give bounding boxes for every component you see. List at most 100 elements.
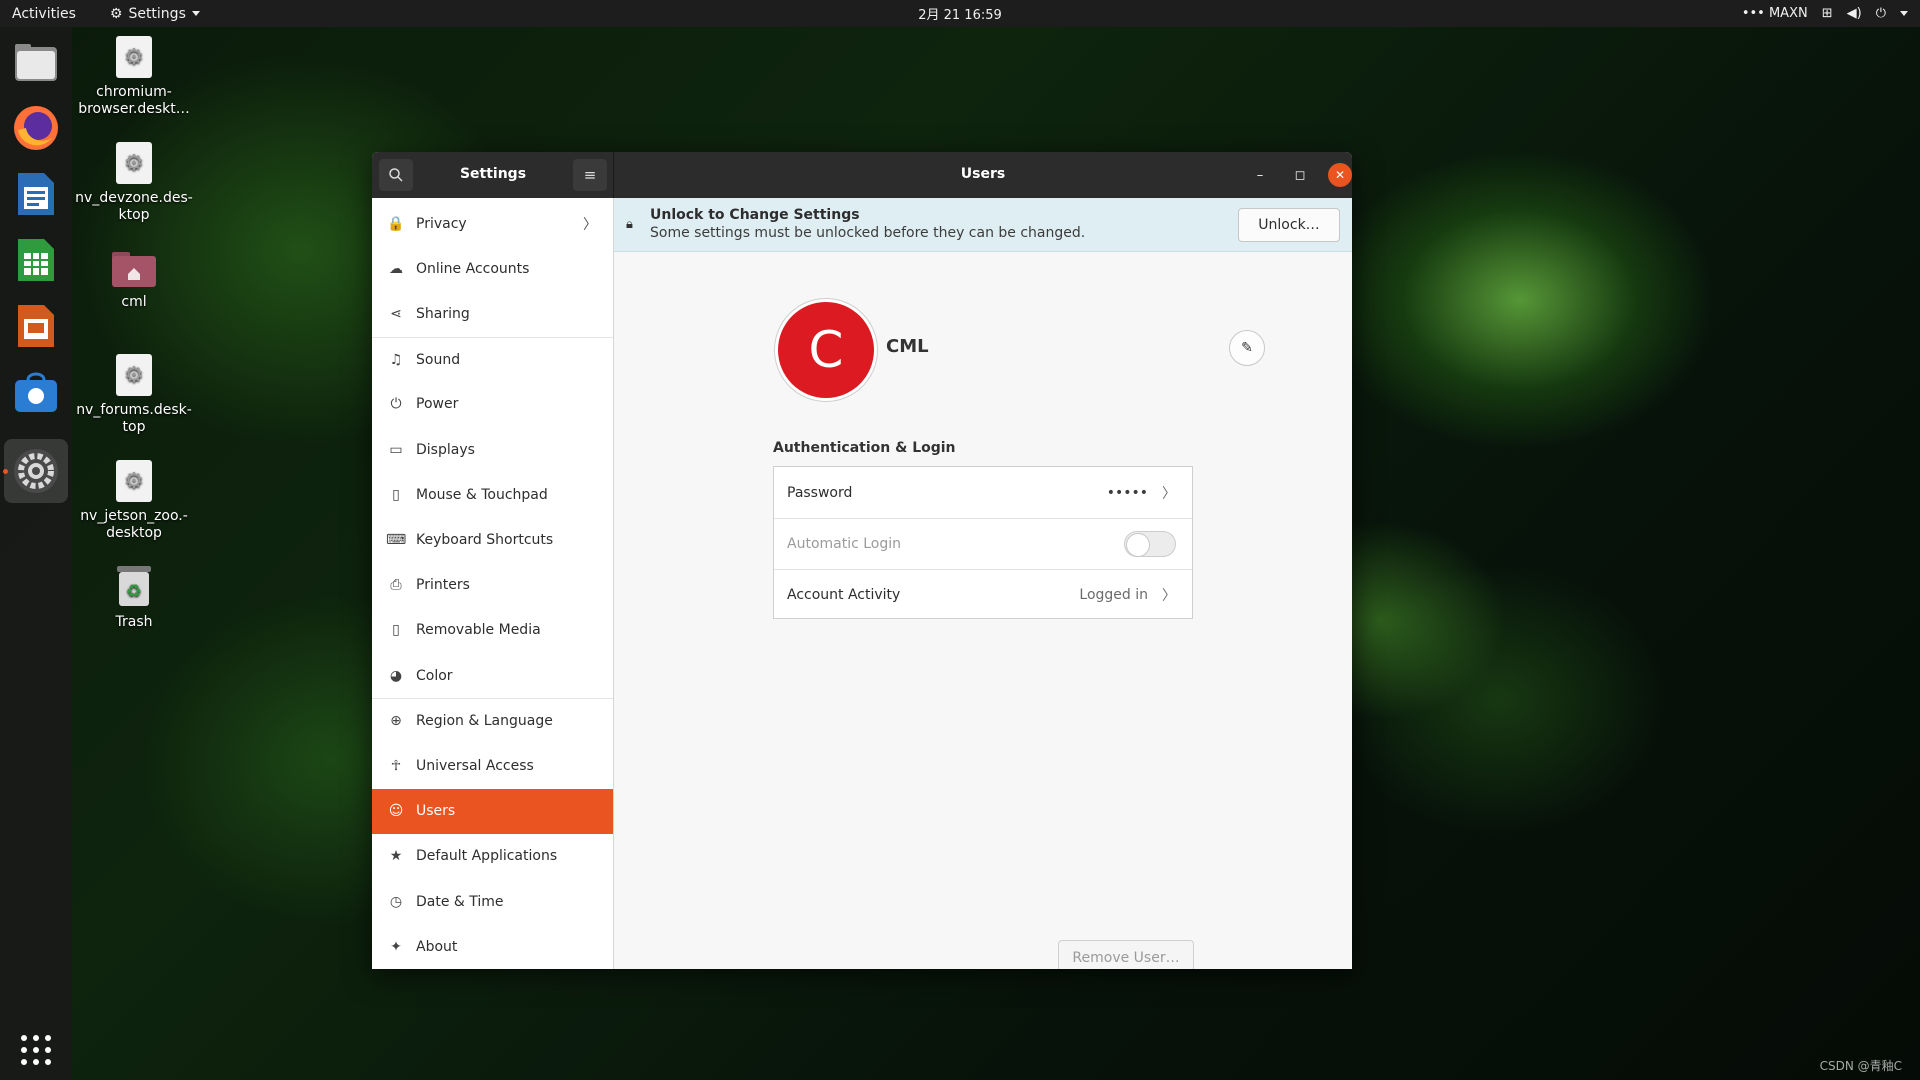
gear-icon: ⚙ bbox=[116, 142, 152, 184]
sidebar-item-online-accounts[interactable]: ☁ Online Accounts bbox=[372, 246, 613, 291]
sidebar-item-sharing[interactable]: ⋖ Sharing bbox=[372, 291, 613, 336]
desktop-icon-label: nv_devzone.des- ktop bbox=[75, 190, 193, 223]
impress-icon bbox=[18, 305, 54, 347]
user-icon: ☺ bbox=[388, 803, 404, 820]
settings-window: Settings ≡ Users – ◻ ✕ 🔒 Privacy 〉 ☁ Online … bbox=[372, 152, 1352, 969]
dock-firefox[interactable] bbox=[11, 103, 61, 153]
desktop-icon-nv-forums[interactable]: ⚙ nv_forums.desk- top bbox=[69, 354, 199, 436]
automatic-login-toggle[interactable] bbox=[1124, 531, 1176, 557]
sidebar-item-sound[interactable]: ♫ Sound bbox=[372, 336, 613, 382]
desktop-icon-cml[interactable]: cml bbox=[69, 248, 199, 311]
app-menu[interactable]: ⚙ Settings bbox=[110, 6, 200, 22]
dots-icon: ••• bbox=[1741, 6, 1765, 21]
sidebar-item-region-language[interactable]: ⊕ Region & Language bbox=[372, 698, 613, 743]
sidebar-item-displays[interactable]: ▭ Displays bbox=[372, 427, 613, 472]
dock-files[interactable] bbox=[11, 37, 61, 87]
user-name[interactable]: CML bbox=[886, 336, 929, 357]
gear-icon: ⚙ bbox=[116, 460, 152, 502]
maximize-button[interactable]: ◻ bbox=[1288, 163, 1312, 187]
desktop-icon-nv-devzone[interactable]: ⚙ nv_devzone.des- ktop bbox=[69, 142, 199, 224]
remove-user-button[interactable]: Remove User… bbox=[1058, 940, 1194, 969]
chevron-right-icon: 〉 bbox=[1162, 485, 1176, 502]
volume-icon[interactable]: ◀) bbox=[1847, 6, 1862, 21]
close-button[interactable]: ✕ bbox=[1328, 163, 1352, 187]
sidebar-item-about[interactable]: ✦ About bbox=[372, 924, 613, 969]
dock-impress[interactable] bbox=[11, 301, 61, 351]
minimize-button[interactable]: – bbox=[1248, 163, 1272, 187]
software-icon bbox=[15, 372, 57, 412]
sidebar-item-default-applications[interactable]: ★ Default Applications bbox=[372, 834, 613, 879]
activities-button[interactable]: Activities bbox=[12, 6, 76, 22]
sidebar-item-label: Displays bbox=[416, 441, 475, 458]
close-icon: ✕ bbox=[1334, 168, 1346, 182]
dock-software[interactable] bbox=[11, 367, 61, 417]
infobar-title: Unlock to Change Settings bbox=[650, 207, 860, 223]
sidebar-item-users[interactable]: ☺ Users bbox=[372, 788, 613, 834]
sidebar-item-universal-access[interactable]: ☥ Universal Access bbox=[372, 743, 613, 788]
firefox-icon bbox=[14, 106, 58, 150]
sidebar-item-label: Color bbox=[416, 667, 453, 684]
dock-calc[interactable] bbox=[11, 235, 61, 285]
svg-text:♻: ♻ bbox=[126, 581, 142, 602]
sidebar-item-label: About bbox=[416, 938, 458, 955]
desktop-icon-trash[interactable]: ♻ Trash bbox=[69, 564, 199, 631]
power-icon[interactable]: ⏻ bbox=[1876, 6, 1886, 21]
watermark: CSDN @青釉C bbox=[1819, 1059, 1902, 1073]
sidebar-item-label: Sharing bbox=[416, 305, 470, 322]
sidebar-item-printers[interactable]: ⎙ Printers bbox=[372, 563, 613, 608]
media-icon: ▯ bbox=[392, 622, 400, 639]
desktop-icon-nv-jetson-zoo[interactable]: ⚙ nv_jetson_zoo.- desktop bbox=[69, 460, 199, 542]
automatic-login-row: Automatic Login bbox=[774, 518, 1192, 569]
chevron-down-icon[interactable] bbox=[1900, 11, 1908, 16]
sidebar-item-label: Privacy bbox=[416, 215, 467, 232]
dock bbox=[0, 27, 72, 1080]
password-row[interactable]: Password ••••• 〉 bbox=[774, 467, 1192, 518]
unlock-button[interactable]: Unlock… bbox=[1238, 208, 1340, 242]
sidebar-item-label: Mouse & Touchpad bbox=[416, 486, 548, 503]
sidebar-item-date-time[interactable]: ◷ Date & Time bbox=[372, 879, 613, 924]
hamburger-icon: ≡ bbox=[583, 166, 597, 184]
minimize-icon: – bbox=[1256, 167, 1264, 183]
sidebar-item-label: Date & Time bbox=[416, 893, 504, 910]
password-dots: ••••• bbox=[1106, 484, 1148, 501]
chevron-down-icon bbox=[191, 11, 200, 16]
globe-icon: ⊕ bbox=[390, 713, 402, 730]
sidebar-item-removable-media[interactable]: ▯ Removable Media bbox=[372, 608, 613, 653]
sidebar-item-color[interactable]: ◕ Color bbox=[372, 653, 613, 698]
menu-button[interactable]: ≡ bbox=[573, 159, 607, 191]
user-avatar[interactable]: C bbox=[774, 298, 878, 402]
desktop-icon-chromium[interactable]: ⚙ chromium- browser.deskt… bbox=[69, 36, 199, 118]
edit-name-button[interactable]: ✎ bbox=[1229, 330, 1265, 366]
power-mode-indicator[interactable]: ••• MAXN bbox=[1742, 6, 1808, 21]
color-icon: ◕ bbox=[389, 667, 403, 684]
desktop-icon-label: cml bbox=[121, 294, 147, 310]
network-icon[interactable]: ⊞ bbox=[1822, 6, 1833, 21]
show-apps-button[interactable] bbox=[11, 1025, 61, 1075]
account-activity-row[interactable]: Account Activity Logged in 〉 bbox=[774, 569, 1192, 620]
clock[interactable]: 2月 21 16:59 bbox=[918, 8, 1002, 23]
app-menu-label: Settings bbox=[128, 5, 186, 22]
header-bar: Settings ≡ Users – ◻ ✕ bbox=[372, 152, 1352, 198]
desktop-icon-label: chromium- browser.deskt… bbox=[78, 84, 190, 117]
infobar-subtitle: Some settings must be unlocked before th… bbox=[650, 225, 1086, 241]
row-label: Automatic Login bbox=[787, 536, 902, 552]
unlock-infobar: 🔒︎ Unlock to Change Settings Some settin… bbox=[614, 198, 1352, 252]
sidebar-item-keyboard-shortcuts[interactable]: ⌨ Keyboard Shortcuts bbox=[372, 517, 613, 562]
sidebar-item-mouse-touchpad[interactable]: ▯ Mouse & Touchpad bbox=[372, 472, 613, 517]
settings-icon bbox=[14, 449, 58, 493]
sidebar-item-label: Removable Media bbox=[416, 622, 541, 639]
sidebar-header: Settings ≡ bbox=[372, 152, 614, 198]
writer-icon bbox=[18, 173, 54, 215]
row-value-area: ••••• 〉 bbox=[1107, 483, 1176, 503]
dock-settings[interactable] bbox=[4, 439, 68, 503]
maximize-icon: ◻ bbox=[1294, 167, 1306, 183]
gear-icon: ⚙ bbox=[109, 5, 123, 22]
sidebar-item-power[interactable]: ⏻ Power bbox=[372, 382, 613, 427]
dock-writer[interactable] bbox=[11, 169, 61, 219]
power-mode-label: MAXN bbox=[1768, 6, 1808, 21]
users-panel: 🔒︎ Unlock to Change Settings Some settin… bbox=[614, 198, 1352, 969]
gear-icon: ⚙ bbox=[116, 354, 152, 396]
sidebar-item-label: Default Applications bbox=[416, 848, 558, 865]
power-icon: ⏻ bbox=[390, 396, 402, 413]
sidebar-item-privacy[interactable]: 🔒 Privacy 〉 bbox=[372, 201, 613, 246]
